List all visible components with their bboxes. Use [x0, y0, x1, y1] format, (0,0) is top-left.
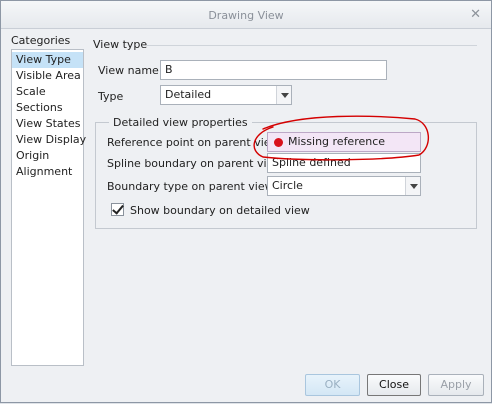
reference-point-label: Reference point on parent view — [107, 136, 280, 149]
section-divider — [147, 45, 477, 46]
chevron-down-icon[interactable] — [405, 177, 420, 195]
category-sections[interactable]: Sections — [12, 100, 83, 116]
ok-button[interactable]: OK — [305, 374, 360, 396]
chevron-down-icon[interactable] — [276, 86, 291, 104]
reference-point-value: Missing reference — [288, 135, 386, 148]
view-name-label: View name — [98, 64, 159, 77]
spline-boundary-collector[interactable]: Spline defined — [267, 153, 421, 173]
drawing-view-dialog: Drawing View ✕ Categories View Type Visi… — [0, 0, 492, 403]
type-select[interactable]: Detailed — [160, 85, 292, 105]
title-bar: Drawing View ✕ — [1, 1, 491, 29]
close-button[interactable]: Close — [367, 374, 421, 396]
show-boundary-checkbox[interactable] — [111, 203, 124, 216]
type-select-value: Detailed — [165, 88, 212, 101]
boundary-type-label: Boundary type on parent view — [107, 180, 274, 193]
boundary-type-select[interactable]: Circle — [267, 176, 421, 196]
reference-point-collector[interactable]: Missing reference — [267, 132, 421, 152]
view-name-input[interactable]: B — [160, 60, 387, 80]
error-dot-icon — [274, 138, 283, 147]
spline-boundary-label: Spline boundary on parent view — [107, 157, 283, 170]
view-type-section-title: View type — [93, 38, 148, 51]
category-origin[interactable]: Origin — [12, 148, 83, 164]
detailed-properties-title: Detailed view properties — [109, 116, 252, 129]
category-view-type[interactable]: View Type — [12, 52, 83, 68]
categories-list[interactable]: View Type Visible Area Scale Sections Vi… — [11, 49, 86, 366]
category-scale[interactable]: Scale — [12, 84, 83, 100]
boundary-type-value: Circle — [272, 179, 303, 192]
close-icon[interactable]: ✕ — [470, 7, 481, 22]
categories-label: Categories — [11, 34, 71, 47]
window-title: Drawing View — [208, 9, 284, 22]
category-view-display[interactable]: View Display — [12, 132, 86, 148]
category-alignment[interactable]: Alignment — [12, 164, 83, 180]
category-view-states[interactable]: View States — [12, 116, 83, 132]
category-visible-area[interactable]: Visible Area — [12, 68, 83, 84]
show-boundary-label[interactable]: Show boundary on detailed view — [130, 204, 310, 217]
type-label: Type — [98, 90, 124, 103]
apply-button[interactable]: Apply — [428, 374, 484, 396]
